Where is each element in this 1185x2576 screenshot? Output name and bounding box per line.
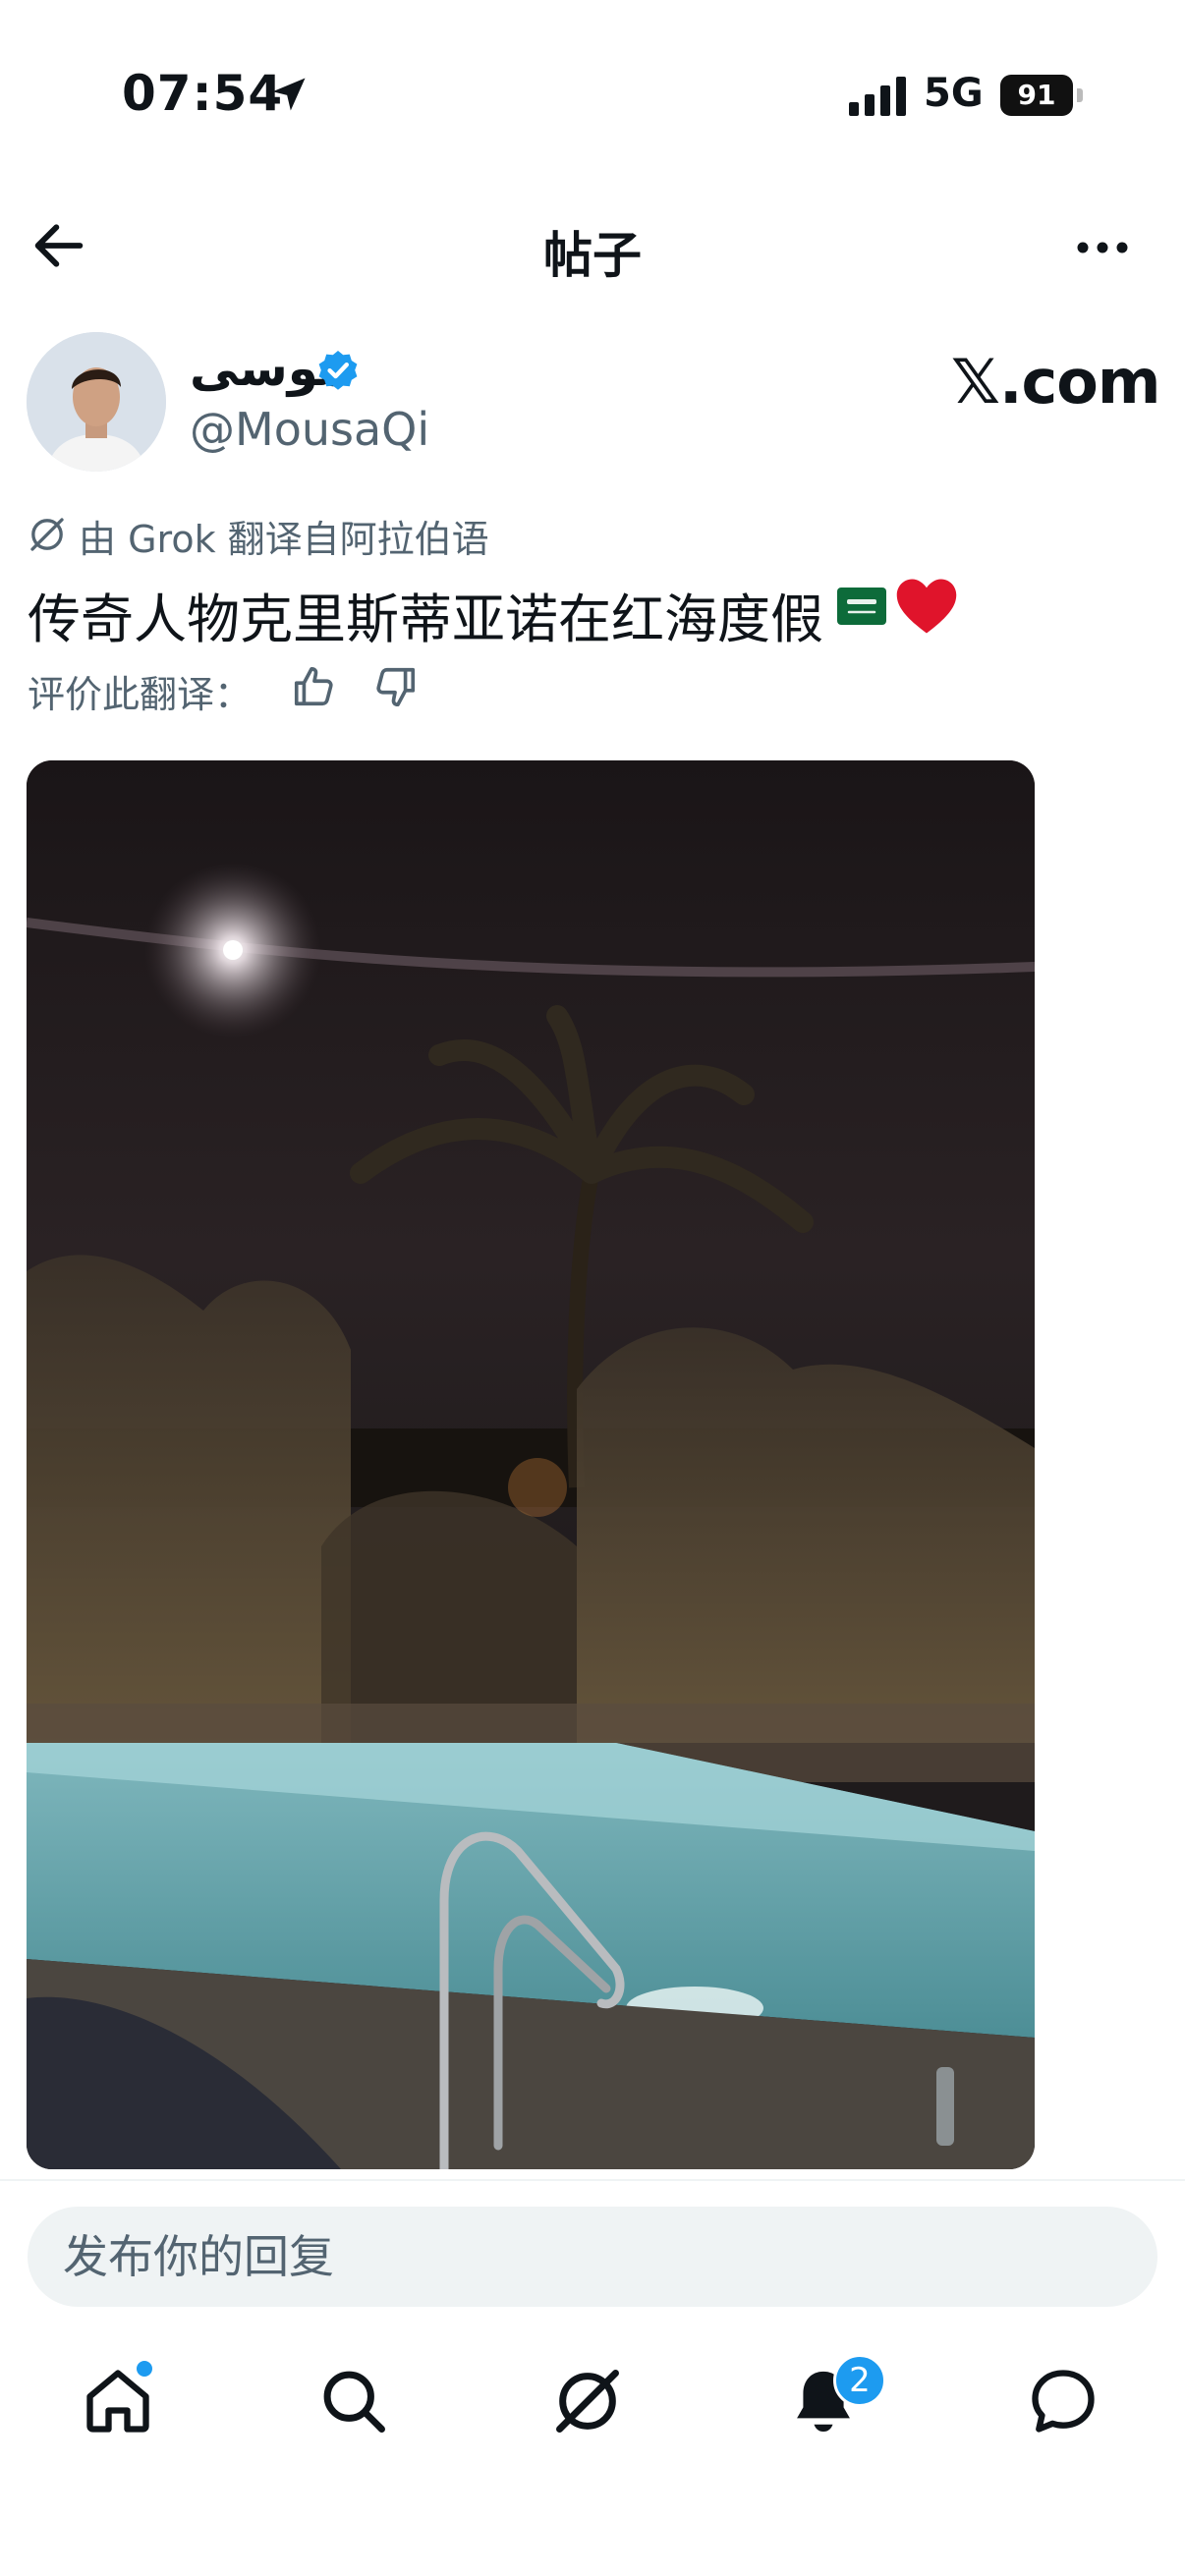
translation-source-label: 由 Grok 翻译自阿拉伯语 [79, 518, 489, 561]
x-com-watermark: 𝕏.com [951, 346, 1160, 418]
avatar[interactable] [27, 332, 166, 472]
divider [0, 2179, 1185, 2181]
grok-icon[interactable] [550, 2364, 625, 2438]
reply-input[interactable] [28, 2207, 1157, 2307]
status-time: 07:54 [122, 65, 284, 122]
author-handle[interactable]: @MousaQi [190, 403, 429, 456]
signal-icon [849, 77, 906, 116]
avatar-portrait-icon [27, 332, 166, 472]
battery-level: 91 [1000, 75, 1073, 116]
chat-bubble-icon[interactable] [1026, 2364, 1100, 2438]
post-media-image[interactable] [27, 760, 1035, 2169]
verified-badge-icon [318, 351, 358, 390]
battery-icon: 91 [1000, 75, 1083, 116]
night-pool-photo [27, 760, 1035, 2169]
notification-count-badge: 2 [833, 2354, 886, 2407]
post-text: 传奇人物克里斯蒂亚诺在红海度假 [28, 588, 823, 650]
home-new-indicator [134, 2358, 155, 2380]
thumbs-down-icon[interactable] [373, 664, 419, 709]
more-options-icon[interactable] [1071, 222, 1134, 273]
grok-icon [30, 518, 64, 551]
heart-icon [896, 579, 957, 634]
saudi-flag-icon [837, 588, 886, 625]
page-title: 帖子 [543, 227, 642, 284]
search-icon[interactable] [316, 2364, 391, 2438]
rate-translation-label: 评价此翻译： [28, 673, 253, 716]
thumbs-up-icon[interactable] [291, 664, 336, 709]
location-arrow-icon [272, 78, 306, 111]
network-type: 5G [924, 71, 984, 116]
